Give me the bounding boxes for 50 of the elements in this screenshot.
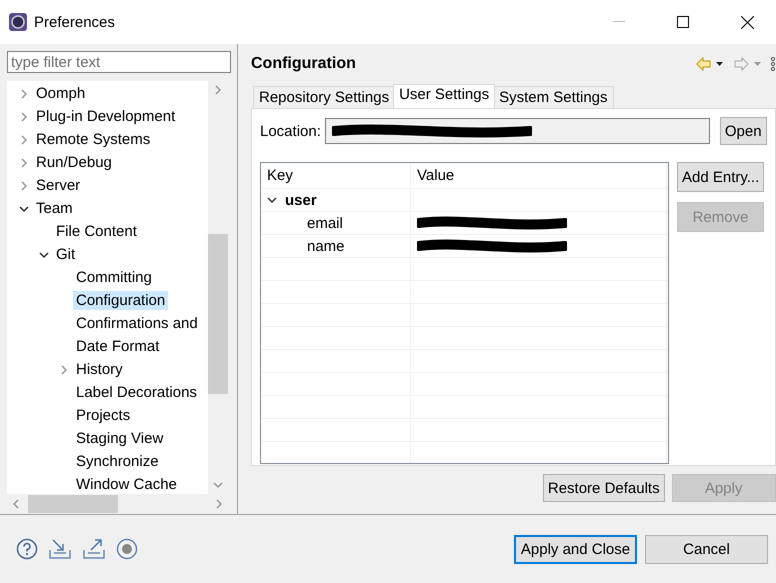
settings-tab[interactable]: User Settings xyxy=(393,84,496,108)
tree-item[interactable]: Date Format xyxy=(73,337,162,356)
tree-item[interactable]: Run/Debug xyxy=(33,153,115,172)
tree-item[interactable]: Window Cache xyxy=(73,475,180,494)
app-logo-icon xyxy=(8,12,28,32)
tree-item[interactable]: Remote Systems xyxy=(33,130,154,149)
export-icon[interactable] xyxy=(82,538,106,560)
maximize-icon[interactable] xyxy=(677,16,689,28)
location-label: Location: xyxy=(260,122,321,140)
minimize-icon[interactable] xyxy=(613,21,625,23)
settings-tab[interactable]: Repository Settings xyxy=(253,86,396,108)
key-cell: email xyxy=(307,214,343,232)
tree-item[interactable]: Label Decorations xyxy=(73,383,200,402)
entry-button[interactable]: Add Entry... xyxy=(677,162,764,192)
tree-item[interactable]: Team xyxy=(33,199,76,218)
help-icon[interactable] xyxy=(16,538,38,560)
tree-item[interactable]: File Content xyxy=(53,222,140,241)
tree-item[interactable]: Configuration xyxy=(73,291,168,310)
import-icon[interactable] xyxy=(48,538,72,560)
page-button[interactable]: Restore Defaults xyxy=(542,474,665,502)
close-icon[interactable] xyxy=(740,16,754,28)
tree-item[interactable]: Projects xyxy=(73,406,134,425)
tree-item[interactable]: Server xyxy=(33,176,84,195)
dialog-button[interactable]: Cancel xyxy=(645,534,768,564)
forward-arrow-icon[interactable] xyxy=(734,57,764,71)
tree-item[interactable]: Git xyxy=(53,245,78,264)
record-icon[interactable] xyxy=(116,538,138,560)
back-arrow-icon[interactable] xyxy=(696,57,724,71)
location-field[interactable] xyxy=(324,118,710,144)
filter-field[interactable]: type filter text xyxy=(7,51,231,73)
chevron-down-icon[interactable] xyxy=(39,250,49,260)
tree-item[interactable]: Committing xyxy=(73,268,155,287)
tree-item[interactable]: History xyxy=(73,360,126,379)
column-header[interactable]: Value xyxy=(411,163,667,188)
column-header[interactable]: Key xyxy=(261,163,411,188)
tree-item[interactable]: Plug-in Development xyxy=(33,107,178,126)
tree-item[interactable]: Oomph xyxy=(33,84,88,103)
chevron-down-icon[interactable] xyxy=(19,204,29,214)
more-options-icon[interactable] xyxy=(770,57,776,71)
tree-item[interactable]: Staging View xyxy=(73,429,166,448)
settings-tab[interactable]: System Settings xyxy=(493,86,614,108)
open-button[interactable]: Open xyxy=(720,117,767,145)
page-title: Configuration xyxy=(251,55,357,73)
tree-item[interactable]: Confirmations and xyxy=(73,314,201,333)
key-cell: name xyxy=(307,238,345,254)
tree-item[interactable]: Synchronize xyxy=(73,452,162,471)
window-title: Preferences xyxy=(34,14,116,30)
chevron-down-icon[interactable] xyxy=(267,195,277,205)
section-label[interactable]: user xyxy=(285,192,317,208)
dialog-button[interactable]: Apply and Close xyxy=(514,534,637,564)
